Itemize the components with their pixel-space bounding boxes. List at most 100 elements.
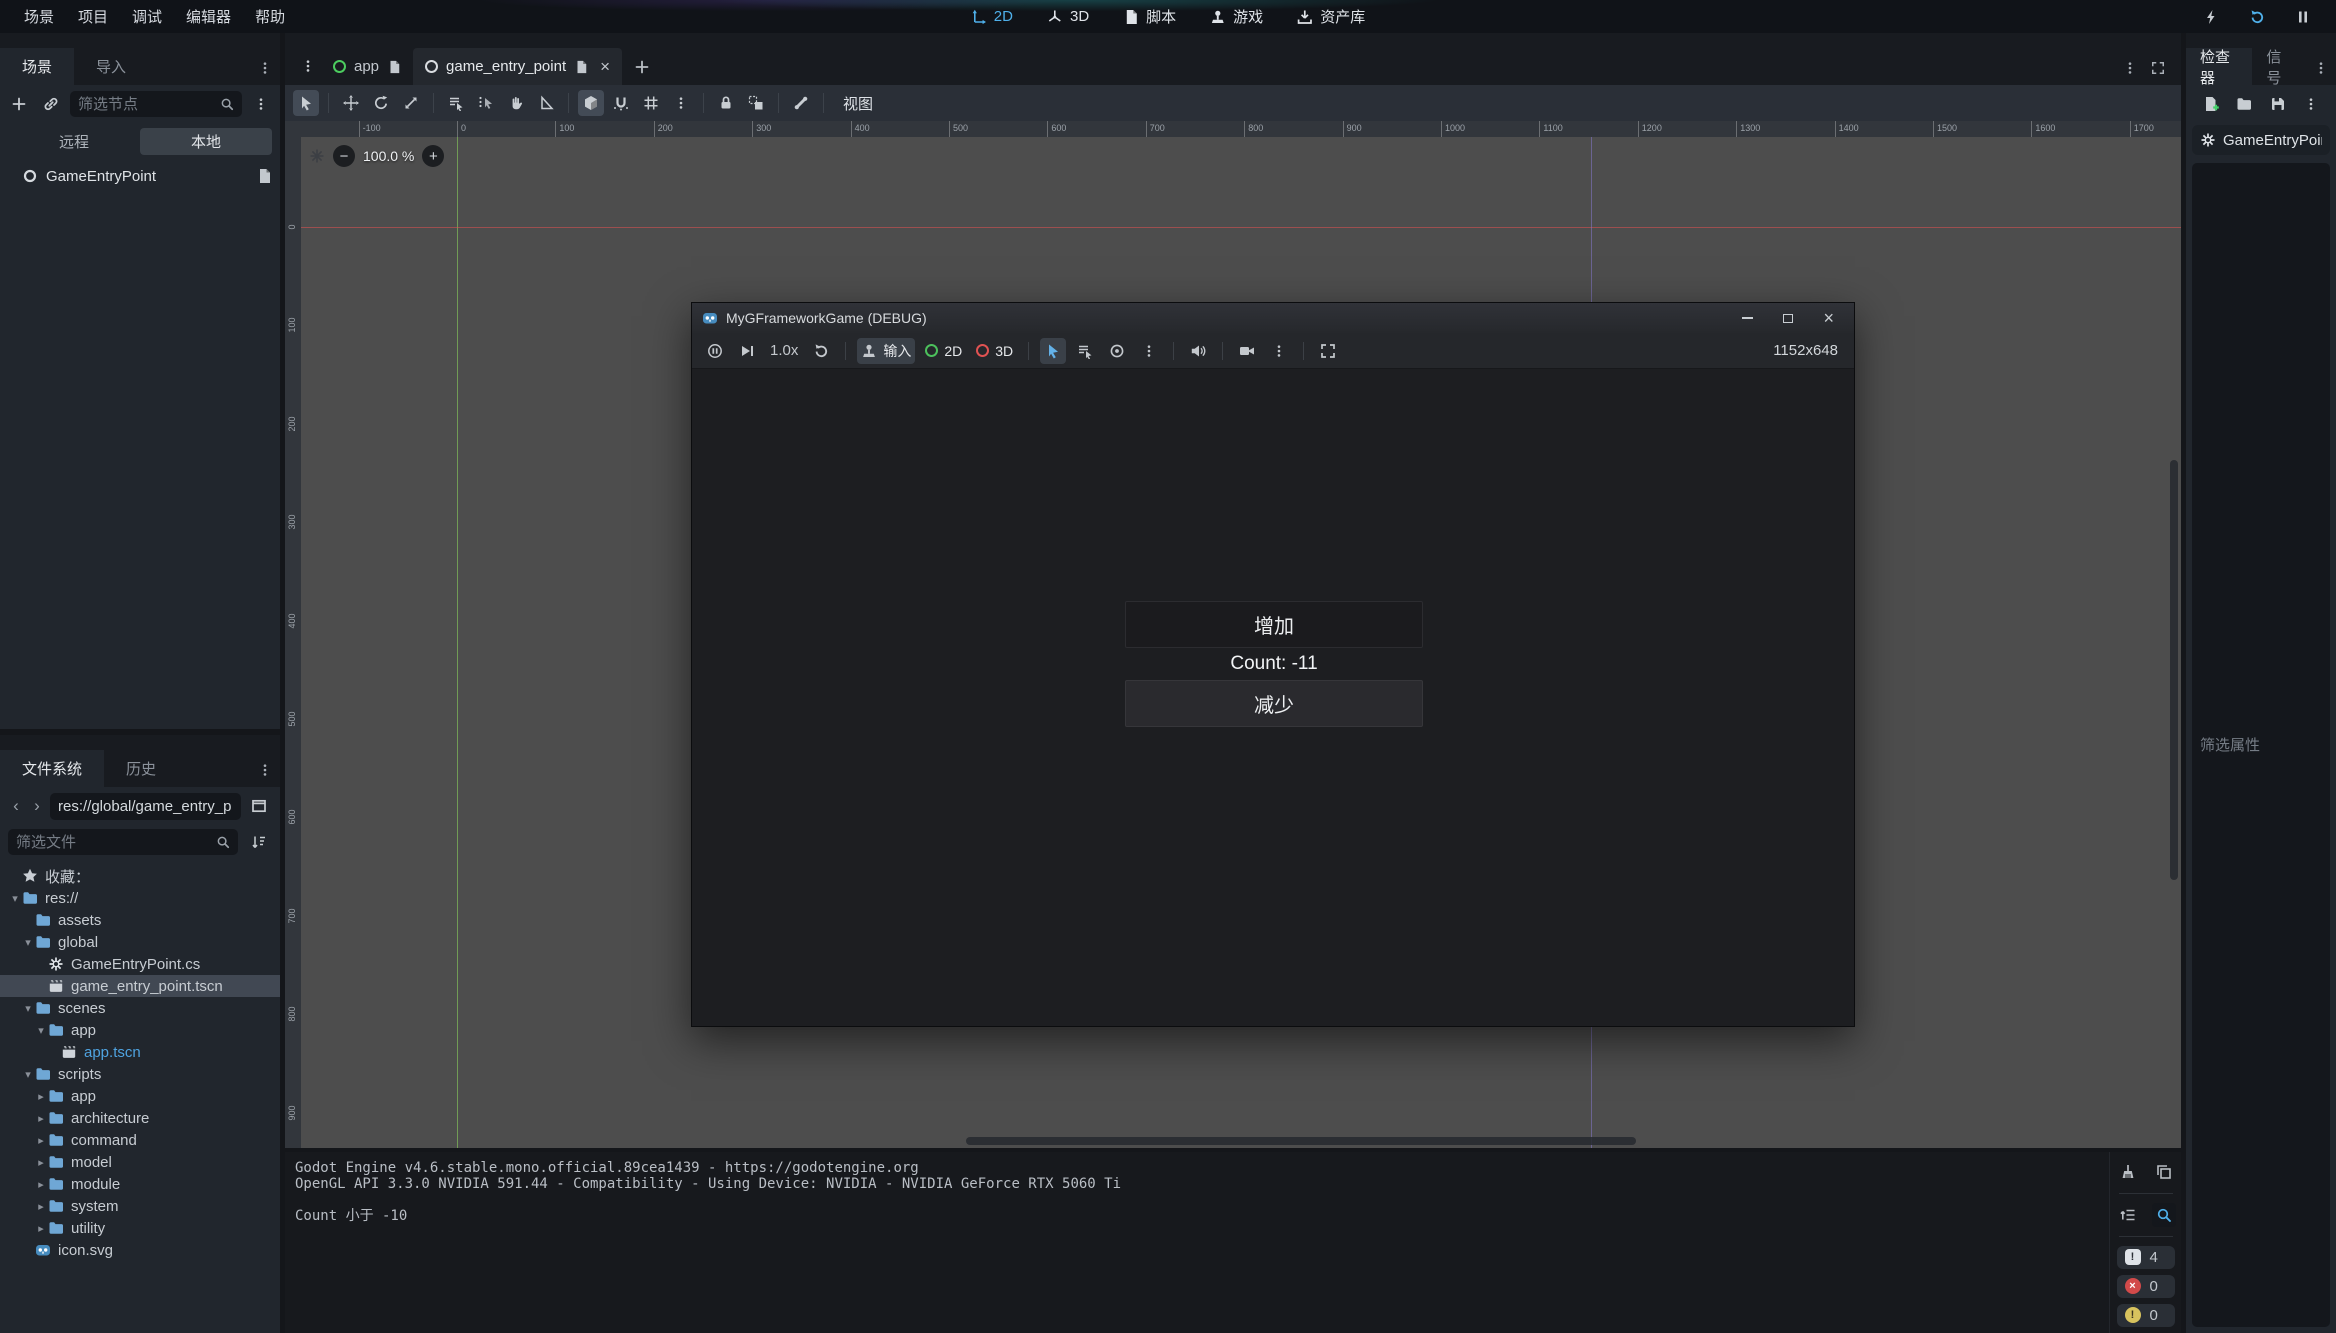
snap-options-icon[interactable]	[608, 90, 634, 116]
snap-menu-icon[interactable]	[668, 90, 694, 116]
tree-expand-arrow[interactable]: ▾	[21, 936, 35, 949]
scene-tab-app[interactable]: app	[321, 48, 413, 85]
scene-tab-game-entry-point[interactable]: game_entry_point ×	[413, 48, 622, 85]
filter-properties-input[interactable]	[2200, 737, 2322, 754]
dock-menu-icon[interactable]	[250, 763, 280, 777]
move-tool[interactable]	[338, 90, 364, 116]
new-scene-tab-button[interactable]	[622, 48, 662, 85]
fs-tree-item[interactable]: icon.svg	[0, 1239, 280, 1261]
dock-menu-icon[interactable]	[250, 61, 280, 75]
camera-2d-toggle[interactable]: 2D	[921, 338, 966, 364]
camera-3d-toggle[interactable]: 3D	[972, 338, 1017, 364]
expand-editor-icon[interactable]	[2151, 61, 2165, 75]
filter-properties-box[interactable]	[2192, 163, 2330, 1327]
filter-nodes-box[interactable]	[70, 91, 242, 117]
instance-scene-button[interactable]	[38, 91, 64, 117]
debug-break-icon[interactable]	[2198, 4, 2224, 30]
canvas-2d[interactable]: − 100.0 % + MyGFrameworkGame (DEBUG)	[301, 137, 2181, 1148]
list-select-tool[interactable]	[443, 90, 469, 116]
speed-select[interactable]: 1.0x	[766, 338, 802, 364]
fs-tree-item[interactable]: game_entry_point.tscn	[0, 975, 280, 997]
filter-nodes-input[interactable]	[78, 96, 214, 113]
menu-item[interactable]: 调试	[122, 2, 172, 31]
fs-tree-item[interactable]: ▾res://	[0, 887, 280, 909]
tree-expand-arrow[interactable]: ▸	[34, 1178, 48, 1191]
script-icon[interactable]	[256, 168, 272, 184]
ruler-tool[interactable]	[533, 90, 559, 116]
fs-tree-item[interactable]: ▸command	[0, 1129, 280, 1151]
errors-badge[interactable]: × 0	[2117, 1275, 2175, 1298]
fs-tree-item[interactable]: ▸module	[0, 1173, 280, 1195]
load-resource-icon[interactable]	[2231, 91, 2257, 117]
group-selected-button[interactable]	[743, 90, 769, 116]
zoom-level[interactable]: 100.0 %	[363, 148, 414, 164]
fullscreen-icon[interactable]	[1315, 338, 1341, 364]
tab-list-menu-icon[interactable]	[2123, 61, 2137, 75]
scale-tool[interactable]	[398, 90, 424, 116]
remote-button[interactable]: 远程	[8, 128, 140, 155]
movie-maker-icon[interactable]	[1234, 338, 1260, 364]
workspace-download[interactable]: 资产库	[1287, 3, 1375, 30]
dock-menu-icon[interactable]	[2306, 61, 2336, 75]
group-select-tool[interactable]	[473, 90, 499, 116]
search-output-icon[interactable]	[2152, 1203, 2176, 1227]
scene-tree-node-root[interactable]: GameEntryPoint	[0, 163, 280, 189]
workspace-script[interactable]: 脚本	[1113, 3, 1186, 30]
tree-expand-arrow[interactable]: ▸	[34, 1134, 48, 1147]
suspend-button[interactable]	[702, 338, 728, 364]
scene-tabs-menu-icon[interactable]	[295, 53, 321, 79]
fs-tree-item[interactable]: ▸system	[0, 1195, 280, 1217]
mute-audio-icon[interactable]	[1185, 338, 1211, 364]
menu-item[interactable]: 项目	[68, 2, 118, 31]
nav-back-icon[interactable]: ‹	[8, 796, 24, 816]
next-frame-button[interactable]	[734, 338, 760, 364]
decrease-button[interactable]: 减少	[1125, 680, 1423, 727]
close-tab-icon[interactable]: ×	[600, 57, 610, 77]
tree-expand-arrow[interactable]: ▾	[21, 1068, 35, 1081]
resource-menu-icon[interactable]	[2298, 91, 2324, 117]
filter-files-box[interactable]	[8, 829, 238, 855]
add-node-button[interactable]	[6, 91, 32, 117]
menu-item[interactable]: 编辑器	[176, 2, 241, 31]
pan-tool[interactable]	[503, 90, 529, 116]
camera-override-icon[interactable]	[1104, 338, 1130, 364]
script-icon[interactable]	[387, 60, 401, 74]
edited-object-selector[interactable]: GameEntryPoint...	[2192, 125, 2330, 155]
embed-menu-icon[interactable]	[1266, 338, 1292, 364]
maximize-icon[interactable]	[1783, 314, 1793, 323]
pick-list-tool[interactable]	[1072, 338, 1098, 364]
menu-item[interactable]: 场景	[14, 2, 64, 31]
fs-tree-item[interactable]: ▾scenes	[0, 997, 280, 1019]
clear-output-icon[interactable]	[2116, 1160, 2140, 1184]
fs-tree-item[interactable]: ▾global	[0, 931, 280, 953]
rotate-tool[interactable]	[368, 90, 394, 116]
minimize-icon[interactable]	[1742, 317, 1753, 319]
toggle-split-mode-icon[interactable]	[246, 793, 272, 819]
fs-tree-item[interactable]: app.tscn	[0, 1041, 280, 1063]
reset-speed-icon[interactable]	[808, 338, 834, 364]
close-icon[interactable]: ×	[1823, 309, 1834, 327]
tree-expand-arrow[interactable]: ▾	[8, 892, 22, 905]
fs-tree-item[interactable]: GameEntryPoint.cs	[0, 953, 280, 975]
fs-tree-item[interactable]: ▸app	[0, 1085, 280, 1107]
tab-inspector[interactable]: 检查器	[2186, 48, 2252, 85]
canvas-hscrollbar[interactable]	[966, 1137, 1636, 1145]
fs-tree-item[interactable]: ▸architecture	[0, 1107, 280, 1129]
view-menu[interactable]: 视图	[833, 93, 883, 114]
scene-tree-menu-icon[interactable]	[248, 91, 274, 117]
zoom-in-button[interactable]: +	[422, 145, 444, 167]
nav-forward-icon[interactable]: ›	[29, 796, 45, 816]
pick-node-tool[interactable]	[1040, 338, 1066, 364]
tree-expand-arrow[interactable]: ▸	[34, 1156, 48, 1169]
messages-badge[interactable]: ! 4	[2117, 1246, 2175, 1269]
input-mode-toggle[interactable]: 输入	[857, 338, 915, 364]
grid-snap-toggle[interactable]	[638, 90, 664, 116]
workspace-axes3d[interactable]: 3D	[1037, 5, 1099, 28]
workspace-axes2d[interactable]: 2D	[961, 5, 1023, 28]
tree-expand-arrow[interactable]: ▸	[34, 1200, 48, 1213]
center-view-icon[interactable]	[309, 148, 325, 164]
copy-output-icon[interactable]	[2152, 1160, 2176, 1184]
tab-history[interactable]: 历史	[104, 750, 178, 787]
tree-expand-arrow[interactable]: ▾	[34, 1024, 48, 1037]
fs-tree-item[interactable]: ▾app	[0, 1019, 280, 1041]
